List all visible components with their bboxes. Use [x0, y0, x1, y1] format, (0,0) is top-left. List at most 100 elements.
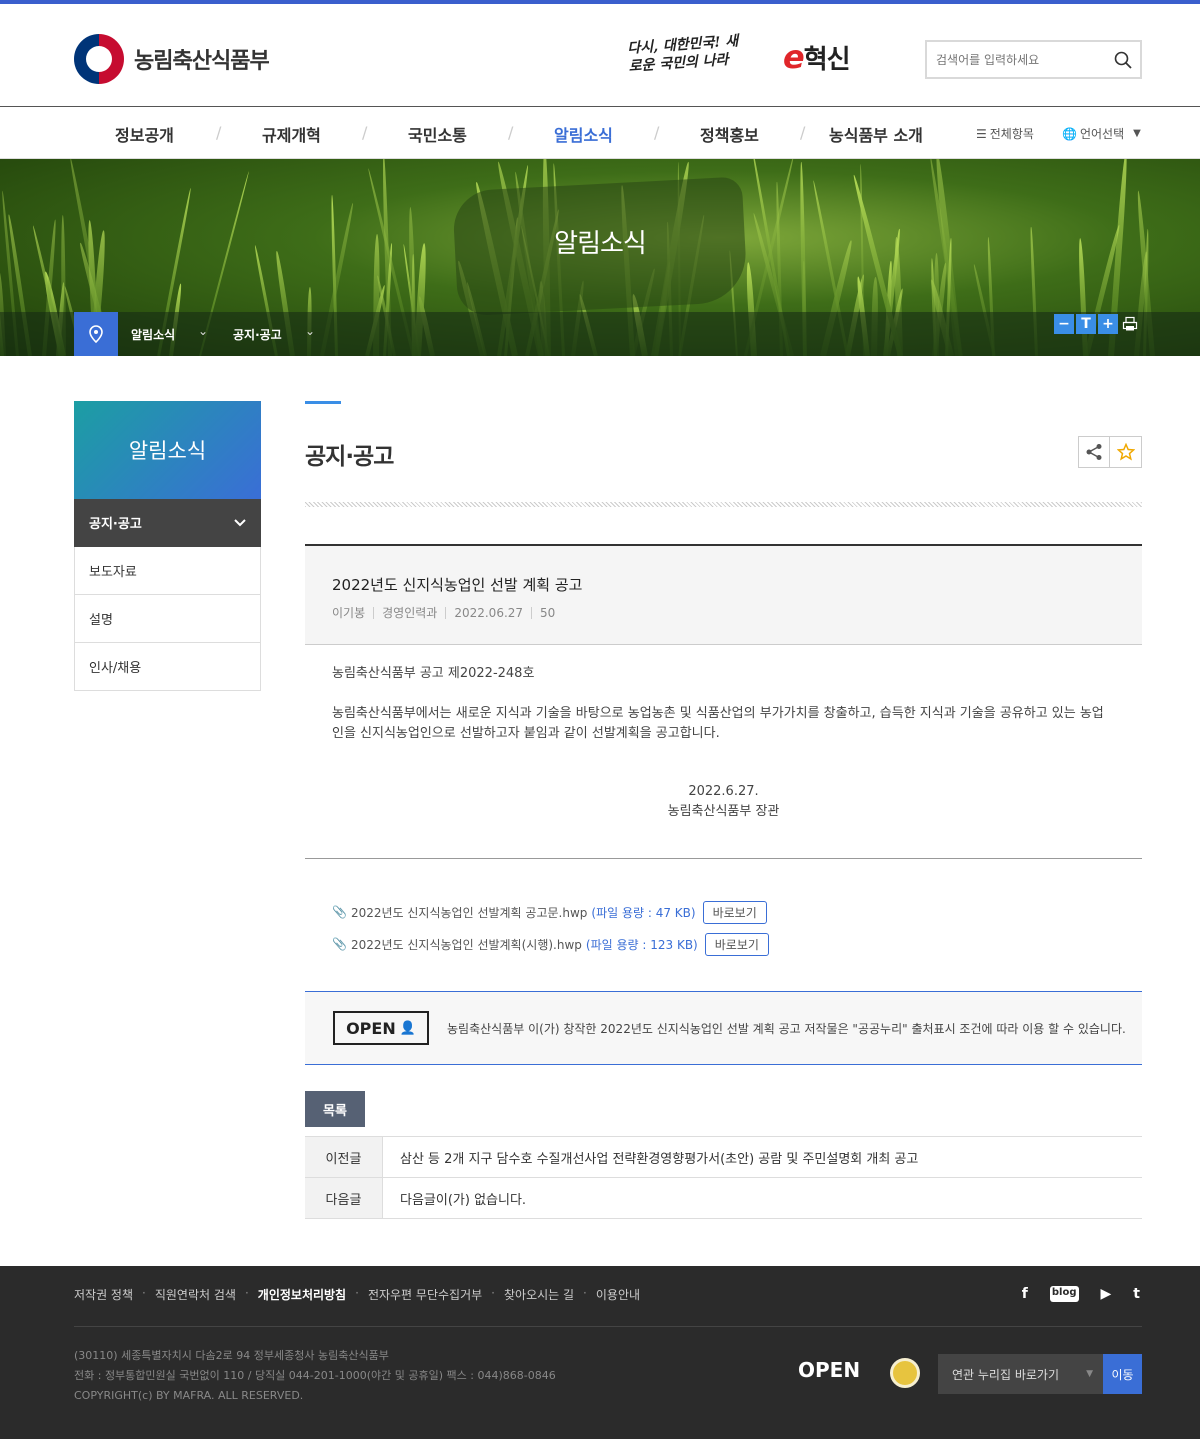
sub-visual-banner: 알림소식 알림소식 ⌄ 공지·공고 ⌄ − T + — [0, 159, 1200, 356]
footer-dot: · — [244, 1286, 249, 1300]
language-select[interactable]: 🌐 언어선택 ▼ — [1062, 125, 1141, 142]
search-icon[interactable] — [1106, 51, 1140, 69]
footer-address-block: (30110) 세종특별자치시 다솜2로 94 정부세종청사 농림축산식품부 전… — [74, 1346, 556, 1406]
twitter-icon[interactable]: t — [1133, 1286, 1140, 1302]
taegeuk-logo-icon — [74, 34, 124, 84]
gnb-item-news[interactable]: 알림소식 — [554, 122, 613, 146]
site-logo[interactable]: 농림축산식품부 — [74, 34, 270, 84]
attachment-item: 📎 2022년도 신지식농업인 선발계획 공고문.hwp (파일 용량 : 47… — [332, 896, 1115, 928]
sign-date: 2022.6.27. — [688, 784, 759, 799]
footer-link-staff[interactable]: 직원연락처 검색 — [155, 1286, 236, 1303]
footer-copyright: COPYRIGHT(c) BY MAFRA. ALL RESERVED. — [74, 1389, 304, 1402]
site-footer: 저작권 정책 · 직원연락처 검색 · 개인정보처리방침 · 전자우편 무단수집거부 ·… — [0, 1266, 1200, 1439]
attachment-size: (파일 용량 : 123 KB) — [585, 937, 698, 952]
home-location-button[interactable] — [74, 312, 118, 356]
site-header: 농림축산식품부 다시, 대한민국! 새로운 국민의 나라 e혁신 — [0, 4, 1200, 107]
certification-mark-icon — [890, 1358, 920, 1388]
sidebar-item-notice[interactable]: 공지·공고 — [74, 499, 261, 547]
paperclip-icon: 📎 — [332, 937, 347, 951]
sidebar: 알림소식 공지·공고 보도자료 설명 인사/채용 — [74, 401, 261, 691]
e-letter: e — [783, 38, 805, 76]
chevron-down-icon[interactable]: ⌄ — [305, 324, 315, 338]
font-increase-button[interactable]: + — [1098, 314, 1118, 334]
innovation-text: 혁신 — [803, 45, 851, 75]
youtube-icon[interactable]: ▶ — [1101, 1286, 1112, 1302]
e-innovation-logo[interactable]: e혁신 — [783, 38, 851, 76]
sign-name: 농림축산식품부 장관 — [667, 804, 780, 819]
post-signature: 2022.6.27. 농림축산식품부 장관 — [332, 782, 1115, 822]
attachment-size: (파일 용량 : 47 KB) — [591, 905, 696, 920]
post-view: 2022년도 신지식농업인 선발 계획 공고 이기봉 경영인력과 2022.06… — [305, 544, 1142, 1065]
footer-link-copyright[interactable]: 저작권 정책 — [74, 1286, 133, 1303]
globe-icon: 🌐 — [1062, 126, 1077, 141]
font-decrease-button[interactable]: − — [1054, 314, 1074, 334]
breadcrumb-depth1[interactable]: 알림소식 — [131, 326, 175, 343]
all-menu-button[interactable]: ☰ 전체항목 — [976, 125, 1034, 142]
sns-links: f blog ▶ t — [1022, 1286, 1140, 1302]
post-body: 농림축산식품부 공고 제2022-248호 농림축산식품부에서는 새로운 지식과… — [305, 645, 1142, 859]
sidebar-item-label: 공지·공고 — [89, 517, 142, 532]
visual-title: 알림소식 — [554, 229, 647, 259]
sidebar-item-label: 보도자료 — [89, 565, 137, 580]
attachment-name[interactable]: 2022년도 신지식농업인 선발계획 공고문.hwp — [351, 904, 587, 921]
gnb-divider: / — [654, 123, 660, 142]
slogan: 다시, 대한민국! 새로운 국민의 나라 — [626, 33, 739, 75]
person-icon: 👤 — [399, 1020, 416, 1036]
go-button[interactable]: 이동 — [1103, 1354, 1142, 1394]
footer-link-directions[interactable]: 찾아오시는 길 — [504, 1286, 574, 1303]
gnb-item-info[interactable]: 정보공개 — [115, 122, 174, 146]
page-title: 공지·공고 — [305, 444, 394, 470]
related-sites-label: 연관 누리집 바로가기 — [952, 1367, 1059, 1382]
sidebar-item-label: 설명 — [89, 613, 113, 628]
kogl-text: 농림축산식품부 이(가) 창작한 2022년도 신지식농업인 선발 계획 공고 … — [447, 1021, 1126, 1036]
caret-down-icon: ▼ — [1086, 1369, 1093, 1379]
footer-link-guide[interactable]: 이용안내 — [596, 1286, 640, 1303]
sidebar-item-explanation[interactable]: 설명 — [74, 595, 261, 643]
related-sites-select[interactable]: 연관 누리집 바로가기 ▼ — [938, 1354, 1103, 1394]
gnb-item-about[interactable]: 농식품부 소개 — [829, 122, 923, 146]
list-button[interactable]: 목록 — [305, 1091, 365, 1127]
title-accent-bar — [305, 401, 341, 404]
footer-link-email[interactable]: 전자우편 무단수집거부 — [368, 1286, 482, 1303]
search-input[interactable] — [927, 52, 1106, 67]
facebook-icon[interactable]: f — [1022, 1286, 1028, 1302]
gnb-item-communication[interactable]: 국민소통 — [408, 122, 467, 146]
gnb-item-policy[interactable]: 정책홍보 — [700, 122, 759, 146]
footer-address: (30110) 세종특별자치시 다솜2로 94 정부세종청사 농림축산식품부 — [74, 1349, 389, 1362]
gnb-divider: / — [800, 123, 806, 142]
preview-button[interactable]: 바로보기 — [702, 900, 767, 924]
chevron-down-icon[interactable]: ⌄ — [198, 324, 208, 338]
footer-links: 저작권 정책 · 직원연락처 검색 · 개인정보처리방침 · 전자우편 무단수집거부 ·… — [74, 1286, 649, 1303]
footer-link-privacy[interactable]: 개인정보처리방침 — [258, 1286, 346, 1303]
post-department: 경영인력과 — [373, 607, 445, 619]
next-post-row: 다음글 다음글이(가) 없습니다. — [305, 1178, 1142, 1219]
prev-post-link[interactable]: 삼산 등 2개 지구 담수호 수질개선사업 전략환경영향평가서(초안) 공람 및… — [383, 1148, 918, 1167]
blog-icon[interactable]: blog — [1049, 1286, 1079, 1302]
sidebar-item-recruit[interactable]: 인사/채용 — [74, 643, 261, 691]
next-label: 다음글 — [305, 1178, 383, 1218]
star-icon[interactable] — [1110, 436, 1142, 468]
preview-button[interactable]: 바로보기 — [704, 932, 769, 956]
attachment-item: 📎 2022년도 신지식농업인 선발계획(시행).hwp (파일 용량 : 12… — [332, 928, 1115, 960]
prev-post-row: 이전글 삼산 등 2개 지구 담수호 수질개선사업 전략환경영향평가서(초안) … — [305, 1137, 1142, 1178]
kogl-license-box: OPEN 👤 농림축산식품부 이(가) 창작한 2022년도 신지식농업인 선발… — [305, 991, 1142, 1065]
footer-open-logo: OPEN — [798, 1358, 861, 1382]
main-navigation: 정보공개 규제개혁 국민소통 알림소식 정책홍보 농식품부 소개 / / / /… — [0, 107, 1200, 159]
post-views: 50 — [531, 607, 563, 619]
location-pin-icon — [89, 325, 103, 343]
breadcrumb-depth2[interactable]: 공지·공고 — [233, 326, 282, 343]
all-menu-label: 전체항목 — [989, 127, 1034, 141]
gnb-item-regulation[interactable]: 규제개혁 — [262, 122, 321, 146]
share-icon[interactable] — [1078, 436, 1110, 468]
paperclip-icon: 📎 — [332, 905, 347, 919]
attachments: 📎 2022년도 신지식농업인 선발계획 공고문.hwp (파일 용량 : 47… — [305, 859, 1142, 991]
footer-dot: · — [355, 1286, 359, 1300]
sidebar-item-press[interactable]: 보도자료 — [74, 547, 261, 595]
print-icon[interactable] — [1120, 314, 1140, 334]
footer-divider — [74, 1326, 1142, 1327]
font-reset-button[interactable]: T — [1076, 314, 1096, 334]
hamburger-icon: ☰ — [976, 126, 987, 141]
logo-text: 농림축산식품부 — [134, 49, 270, 74]
attachment-name[interactable]: 2022년도 신지식농업인 선발계획(시행).hwp — [351, 936, 582, 953]
post-text: 농림축산식품부에서는 새로운 지식과 기술을 바탕으로 농업농촌 및 식품산업의… — [332, 706, 1104, 741]
